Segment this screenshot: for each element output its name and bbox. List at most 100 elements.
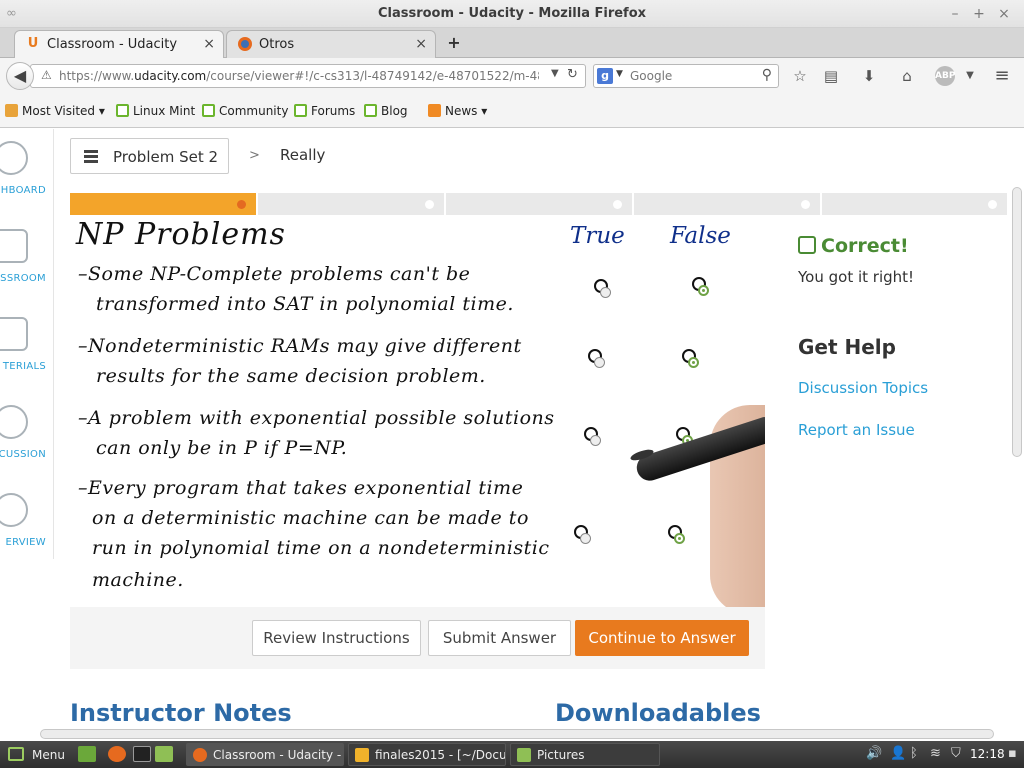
question-1-line-2: transformed into SAT in polynomial time. [96,293,514,315]
downloads-icon[interactable]: ⬇ [859,66,879,86]
close-tab-icon[interactable]: × [203,36,215,52]
sidenav-overview[interactable]: ERVIEW [0,487,54,575]
taskbar-window-editor[interactable]: finales2015 - [~/Docu... [348,743,506,766]
sidenav-discussion[interactable]: CUSSION [0,399,54,487]
url-text[interactable]: https://www.udacity.com/course/viewer#!/… [59,69,539,83]
bookmark-most-visited[interactable]: Most Visited ▾ [5,104,105,118]
radio-indicator [600,287,611,298]
review-instructions-button[interactable]: Review Instructions [252,620,421,656]
question-1-false-radio[interactable] [692,277,709,296]
question-3-line-1: –A problem with exponential possible sol… [78,407,555,429]
adblock-dropdown-icon[interactable]: ▼ [960,66,980,86]
menu-hamburger-icon[interactable]: ≡ [992,66,1012,86]
question-4-false-radio[interactable] [668,525,685,544]
sidenav-dashboard[interactable]: HBOARD [0,135,54,223]
clock[interactable]: 12:18 [970,747,1005,761]
question-4-line-3: run in polynomial time on a nondetermini… [92,537,550,559]
search-bar[interactable]: g ▼ Google ⚲ [593,64,779,88]
close-window-icon[interactable]: × [993,3,1015,25]
back-button[interactable]: ◀ [6,62,34,90]
bookmark-linux-mint[interactable]: Linux Mint [116,104,195,118]
warning-icon[interactable]: ⚠ [41,68,52,82]
submit-answer-button[interactable]: Submit Answer [428,620,571,656]
continue-to-answer-button[interactable]: Continue to Answer [575,620,749,656]
new-tab-button[interactable]: + [444,33,464,53]
question-2-false-radio[interactable] [682,349,699,368]
taskbar-window-pictures[interactable]: Pictures [510,743,660,766]
udacity-icon: U [27,36,39,51]
bookmark-community[interactable]: Community [202,104,288,118]
question-3-line-2: can only be in P if P=NP. [96,437,348,459]
vertical-scrollbar[interactable] [1012,187,1022,457]
question-4-line-1: –Every program that takes exponential ti… [78,477,524,499]
breadcrumb-separator: > [249,148,260,163]
sidenav-label: TERIALS [2,361,46,372]
problem-set-menu-button[interactable]: Problem Set 2 [70,138,229,174]
tab-otros[interactable]: Otros × [226,30,436,58]
horizontal-scrollbar[interactable] [40,729,994,739]
question-2-line-2: results for the same decision problem. [96,365,486,387]
taskbar-window-label: Pictures [537,748,585,762]
show-desktop-icon[interactable] [78,746,96,762]
progress-dot [801,200,810,209]
progress-dot [425,200,434,209]
mint-icon [294,104,307,117]
progress-segment-4[interactable] [634,193,820,215]
progress-segment-3[interactable] [446,193,632,215]
shield-icon[interactable]: ⛉ [951,746,961,761]
sidenav-materials[interactable]: TERIALS [0,311,54,399]
search-icon[interactable]: ⚲ [762,67,772,83]
page-content: HBOARD SSROOM TERIALS CUSSION ERVIEW Pro… [0,129,1024,741]
search-input[interactable]: Google [630,69,672,83]
discussion-topics-link[interactable]: Discussion Topics [798,379,928,397]
radio-indicator-selected [698,285,709,296]
search-engine-dropdown-icon[interactable]: ▼ [616,69,623,79]
question-3-false-radio[interactable] [676,427,693,446]
files-launcher-icon[interactable] [155,746,173,762]
volume-icon[interactable]: 🔊 [866,746,882,761]
desktop-taskbar: Menu Classroom - Udacity - ... finales20… [0,741,1024,768]
bookmark-blog[interactable]: Blog [364,104,408,118]
firefox-icon [193,748,207,762]
question-2-true-radio[interactable] [588,349,605,368]
google-icon[interactable]: g [597,68,613,84]
feedback-heading: Correct! [821,235,909,257]
bookmark-forums[interactable]: Forums [294,104,355,118]
start-menu-button[interactable]: Menu [8,747,65,762]
progress-dot [613,200,622,209]
window-title: Classroom - Udacity - Mozilla Firefox [377,6,647,21]
lesson-progress-bar [70,193,1007,215]
adblock-icon[interactable]: ABP [935,66,955,86]
terminal-icon[interactable] [133,746,151,762]
question-4-true-radio[interactable] [574,525,591,544]
mint-icon [364,104,377,117]
firefox-launcher-icon[interactable] [108,746,126,762]
bookmarks-toolbar: Most Visited ▾ Linux Mint Community Foru… [0,94,1024,128]
bookmark-star-icon[interactable]: ☆ [790,66,810,86]
question-3-true-radio[interactable] [584,427,601,446]
question-1-true-radio[interactable] [594,279,611,298]
progress-segment-2[interactable] [258,193,444,215]
progress-segment-1[interactable] [70,193,256,215]
user-icon[interactable]: 👤 [890,746,906,761]
taskbar-window-firefox[interactable]: Classroom - Udacity - ... [186,743,344,766]
bluetooth-icon[interactable]: ᛒ [910,746,918,761]
report-issue-link[interactable]: Report an Issue [798,421,915,439]
desktop-corner-icon[interactable]: ▪ [1008,746,1017,761]
progress-segment-5[interactable] [822,193,1007,215]
minimize-icon[interactable]: – [944,3,966,25]
bookmarks-menu-icon[interactable]: ▤ [821,66,841,86]
sidenav-classroom[interactable]: SSROOM [0,223,54,311]
home-icon[interactable]: ⌂ [897,66,917,86]
url-history-dropdown-icon[interactable]: ▼ [551,68,559,79]
maximize-icon[interactable]: + [968,3,990,25]
bookmark-news[interactable]: News ▾ [428,104,487,118]
wifi-icon[interactable]: ≋ [930,746,941,761]
url-bar[interactable]: ⚠ https://www.udacity.com/course/viewer#… [30,64,586,88]
thumbs-up-icon [798,236,816,254]
close-tab-icon[interactable]: × [415,36,427,52]
reload-icon[interactable]: ↻ [567,67,578,82]
quiz-video-frame[interactable]: NP Problems True False –Some NP-Complete… [70,215,765,607]
tab-classroom-udacity[interactable]: U Classroom - Udacity × [14,30,224,58]
firefox-icon [237,36,253,52]
